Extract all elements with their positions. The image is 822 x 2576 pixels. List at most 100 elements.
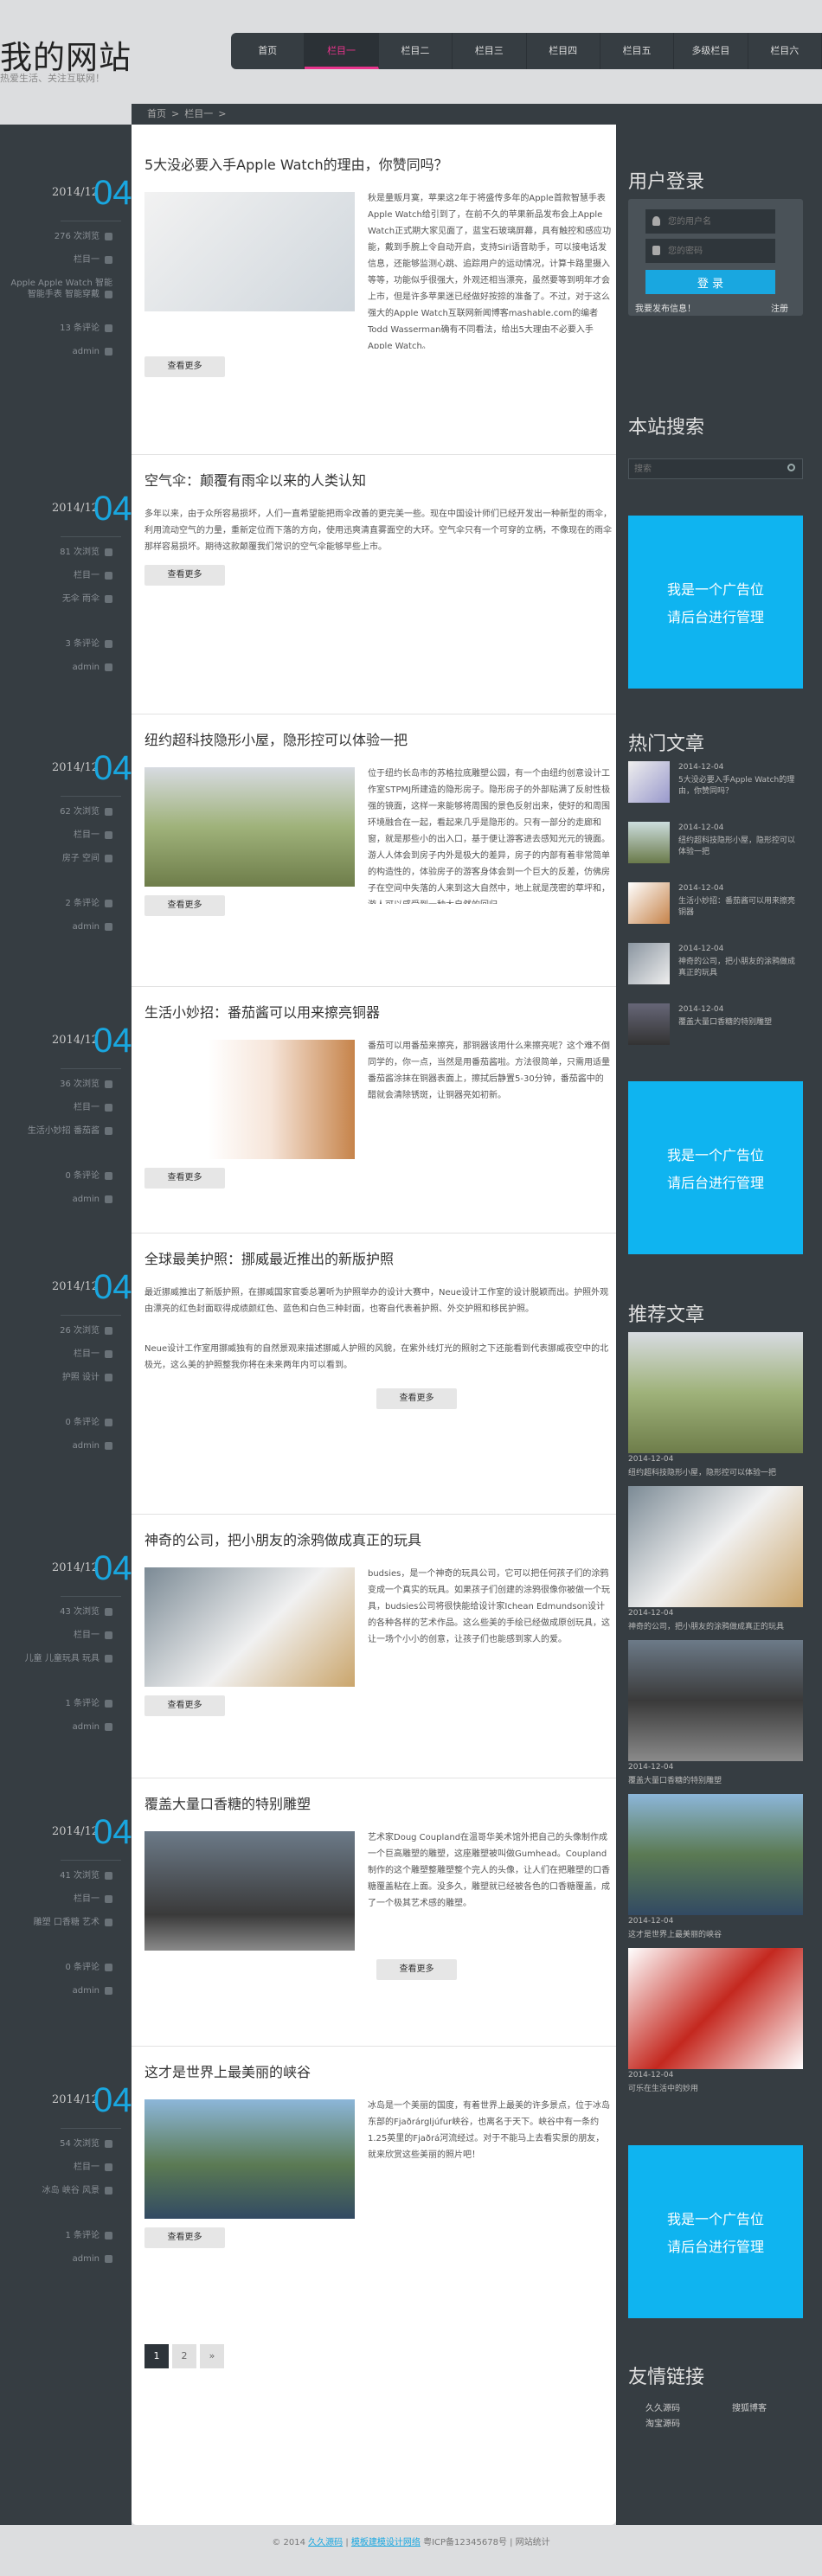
- article-title[interactable]: 这才是世界上最美丽的峡谷: [144, 2063, 612, 2082]
- article-meta-cat[interactable]: 栏目一: [0, 2162, 112, 2173]
- password-input[interactable]: [645, 239, 775, 263]
- recommend-thumb[interactable]: [628, 1486, 803, 1607]
- article-meta-tags[interactable]: 无伞 雨伞: [0, 593, 112, 605]
- recommend-title[interactable]: 可乐在生活中的妙用: [628, 2082, 803, 2093]
- article-meta-author[interactable]: admin: [0, 1194, 112, 1205]
- friend-link[interactable]: 搜狐博客: [732, 2400, 767, 2413]
- article-title[interactable]: 神奇的公司，把小朋友的涂鸦做成真正的玩具: [144, 1531, 612, 1550]
- article-meta-tags[interactable]: 雕塑 口香糖 艺术: [0, 1917, 112, 1928]
- ad-slot-1[interactable]: 我是一个广告位 请后台进行管理: [628, 516, 803, 689]
- nav-item-6[interactable]: 多级栏目: [674, 33, 748, 69]
- nav-item-5[interactable]: 栏目五: [600, 33, 675, 69]
- article-meta-cat[interactable]: 栏目一: [0, 570, 112, 581]
- read-more-button[interactable]: 查看更多: [144, 1168, 225, 1189]
- recommend-title[interactable]: 神奇的公司，把小朋友的涂鸦做成真正的玩具: [628, 1620, 803, 1631]
- ad-slot-3[interactable]: 我是一个广告位 请后台进行管理: [628, 2145, 803, 2318]
- recommend-title[interactable]: 这才是世界上最美丽的峡谷: [628, 1928, 803, 1939]
- hot-article-title[interactable]: 生活小妙招：番茄酱可以用来擦亮铜器: [678, 896, 800, 919]
- read-more-button[interactable]: 查看更多: [144, 565, 225, 586]
- recommend-thumb[interactable]: [628, 1332, 803, 1453]
- article-meta-author[interactable]: admin: [0, 1721, 112, 1733]
- article-meta-tags[interactable]: 冰岛 峡谷 风景: [0, 2185, 112, 2196]
- recommend-title[interactable]: 覆盖大量口香糖的特别雕塑: [628, 1774, 803, 1785]
- article-meta-cat[interactable]: 栏目一: [0, 1630, 112, 1641]
- article-meta-author[interactable]: admin: [0, 2253, 112, 2265]
- hot-article-title[interactable]: 覆盖大量口香糖的特别雕塑: [678, 1017, 800, 1028]
- read-more-button[interactable]: 查看更多: [144, 895, 225, 916]
- page-1[interactable]: 2: [172, 2344, 196, 2368]
- username-input[interactable]: [645, 209, 775, 234]
- article-meta-tags[interactable]: Apple Apple Watch 智能 智能手表 智能穿戴: [0, 278, 112, 300]
- read-more-button[interactable]: 查看更多: [144, 356, 225, 377]
- hot-article-thumb[interactable]: [628, 1003, 670, 1045]
- search-icon[interactable]: [787, 464, 795, 471]
- article-meta-comments[interactable]: 1 条评论: [0, 1698, 112, 1709]
- recommend-title[interactable]: 纽约超科技隐形小屋，隐形控可以体验一把: [628, 1466, 803, 1477]
- article-meta-author[interactable]: admin: [0, 1985, 112, 1996]
- hot-article-thumb[interactable]: [628, 943, 670, 984]
- article-meta-comments[interactable]: 0 条评论: [0, 1417, 112, 1428]
- article-meta-cat[interactable]: 栏目一: [0, 254, 112, 266]
- nav-item-2[interactable]: 栏目二: [379, 33, 453, 69]
- article-meta-comments[interactable]: 13 条评论: [0, 323, 112, 334]
- article-thumbnail[interactable]: [144, 1040, 355, 1159]
- article-title[interactable]: 空气伞：颠覆有雨伞以来的人类认知: [144, 471, 612, 490]
- read-more-button[interactable]: 查看更多: [376, 1959, 457, 1980]
- article-title[interactable]: 纽约超科技隐形小屋，隐形控可以体验一把: [144, 731, 612, 750]
- search-input[interactable]: [628, 458, 803, 479]
- article-thumbnail[interactable]: [144, 767, 355, 887]
- nav-item-3[interactable]: 栏目三: [453, 33, 527, 69]
- article-meta-tags[interactable]: 护照 设计: [0, 1372, 112, 1383]
- hot-article-title[interactable]: 5大没必要入手Apple Watch的理由，你赞同吗？: [678, 775, 800, 798]
- article-meta-comments[interactable]: 1 条评论: [0, 2230, 112, 2241]
- article-meta-tags[interactable]: 生活小妙招 番茄酱: [0, 1125, 112, 1137]
- article-meta-cat[interactable]: 栏目一: [0, 1894, 112, 1905]
- nav-item-0[interactable]: 首页: [231, 33, 305, 69]
- article-meta-author[interactable]: admin: [0, 921, 112, 932]
- register-link[interactable]: 注册: [771, 301, 788, 314]
- article-meta-tags[interactable]: 房子 空间: [0, 853, 112, 864]
- footer-design-link[interactable]: 模板建模设计网络: [351, 2538, 421, 2547]
- hot-article-title[interactable]: 纽约超科技隐形小屋，隐形控可以体验一把: [678, 836, 800, 858]
- article-meta-comments[interactable]: 2 条评论: [0, 898, 112, 909]
- friend-link[interactable]: 久久源码: [645, 2400, 680, 2413]
- article-thumbnail[interactable]: [144, 192, 355, 311]
- article-meta-cat[interactable]: 栏目一: [0, 1349, 112, 1360]
- article-meta-tags[interactable]: 儿童 儿童玩具 玩具: [0, 1653, 112, 1664]
- article-meta-cat[interactable]: 栏目一: [0, 830, 112, 841]
- hot-article-thumb[interactable]: [628, 761, 670, 803]
- read-more-button[interactable]: 查看更多: [144, 1695, 225, 1716]
- article-meta-comments[interactable]: 0 条评论: [0, 1962, 112, 1973]
- page-0[interactable]: 1: [144, 2344, 169, 2368]
- hot-article-thumb[interactable]: [628, 882, 670, 924]
- page-2[interactable]: »: [200, 2344, 224, 2368]
- read-more-button[interactable]: 查看更多: [144, 2227, 225, 2248]
- recommend-thumb[interactable]: [628, 1794, 803, 1915]
- breadcrumb-part[interactable]: 首页: [147, 108, 166, 119]
- nav-item-1[interactable]: 栏目一: [305, 33, 379, 69]
- recommend-thumb[interactable]: [628, 1640, 803, 1761]
- article-thumbnail[interactable]: [144, 1831, 355, 1951]
- nav-item-4[interactable]: 栏目四: [527, 33, 600, 69]
- post-info-link[interactable]: 我要发布信息！: [635, 301, 696, 314]
- article-title[interactable]: 5大没必要入手Apple Watch的理由，你赞同吗？: [144, 156, 612, 175]
- hot-article-thumb[interactable]: [628, 822, 670, 863]
- article-thumbnail[interactable]: [144, 2099, 355, 2219]
- article-meta-comments[interactable]: 0 条评论: [0, 1170, 112, 1182]
- article-title[interactable]: 覆盖大量口香糖的特别雕塑: [144, 1795, 612, 1814]
- login-button[interactable]: 登 录: [645, 270, 775, 294]
- nav-item-7[interactable]: 栏目六: [748, 33, 822, 69]
- friend-link[interactable]: 淘宝源码: [645, 2416, 680, 2429]
- article-meta-comments[interactable]: 3 条评论: [0, 638, 112, 650]
- article-title[interactable]: 全球最美护照：挪威最近推出的新版护照: [144, 1250, 612, 1269]
- footer-site-link[interactable]: 久久源码: [308, 2538, 343, 2547]
- breadcrumb-part[interactable]: 栏目一: [184, 108, 213, 119]
- read-more-button[interactable]: 查看更多: [376, 1388, 457, 1409]
- article-meta-author[interactable]: admin: [0, 1440, 112, 1451]
- ad-slot-2[interactable]: 我是一个广告位 请后台进行管理: [628, 1081, 803, 1254]
- article-meta-cat[interactable]: 栏目一: [0, 1102, 112, 1113]
- article-meta-author[interactable]: admin: [0, 346, 112, 357]
- article-meta-author[interactable]: admin: [0, 662, 112, 673]
- recommend-thumb[interactable]: [628, 1948, 803, 2069]
- hot-article-title[interactable]: 神奇的公司，把小朋友的涂鸦做成真正的玩具: [678, 957, 800, 979]
